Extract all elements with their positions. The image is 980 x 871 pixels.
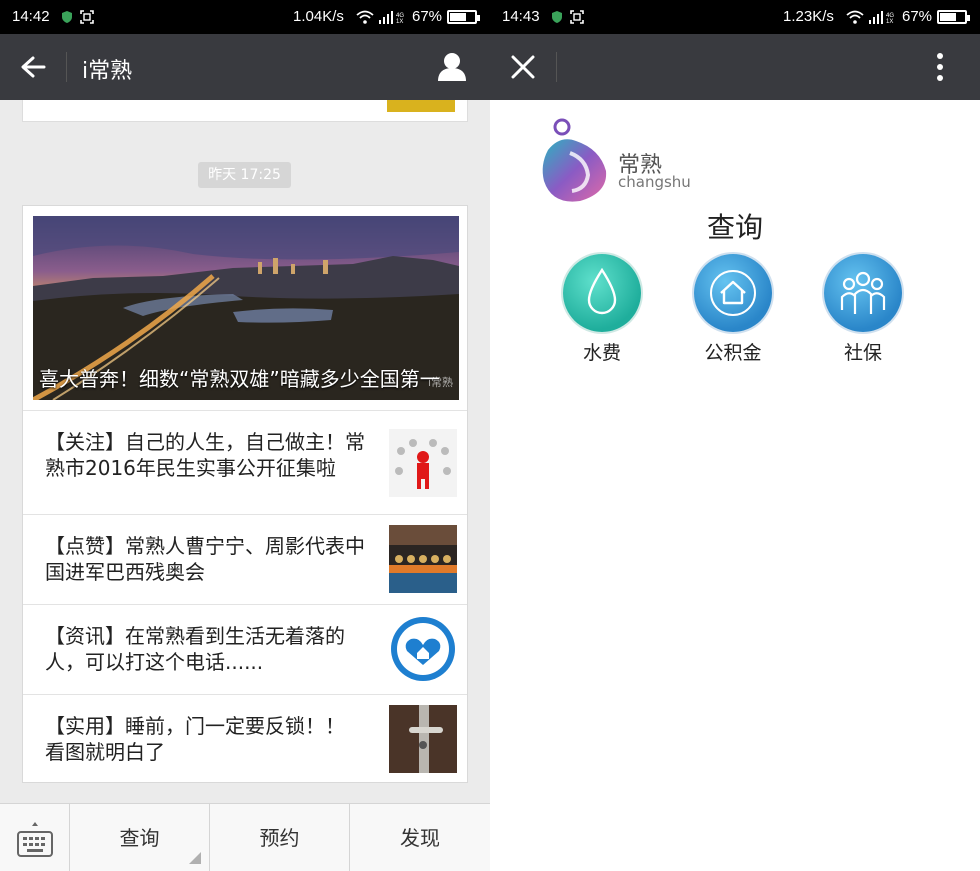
article-thumbnail (389, 705, 457, 773)
battery-icon (937, 10, 970, 24)
article-title: 【实用】睡前，门一定要反锁！！看图就明白了 (45, 714, 345, 764)
status-bar: 14:43 1.23K/s 4G 1X 67% (490, 0, 980, 34)
hero-watermark: i常熟 (427, 376, 453, 389)
previous-thumbnail (387, 100, 455, 112)
shield-icon (552, 11, 562, 23)
hero-caption: 喜大普奔！细数“常熟双雄”暗藏多少全国第一 (39, 367, 440, 391)
web-screen: 14:43 1.23K/s 4G 1X 67% 常熟 changshu 查询 水… (490, 0, 980, 871)
hero-article[interactable]: 喜大普奔！细数“常熟双雄”暗藏多少全国第一 i常熟 (33, 216, 459, 400)
article-row[interactable]: 【点赞】常熟人曹宁宁、周影代表中国进军巴西残奥会 (23, 514, 467, 604)
previous-message-card[interactable] (22, 100, 468, 122)
message-timestamp: 昨天 17:25 (198, 162, 291, 188)
screenshot-icon (570, 10, 584, 24)
article-title: 【关注】自己的人生，自己做主！常熟市2016年民生实事公开征集啦 (45, 430, 365, 480)
service-housing-fund-label: 公积金 (704, 342, 762, 364)
battery-percent: 67% (412, 8, 443, 25)
network-speed: 1.23K/s (783, 8, 834, 25)
browser-header (490, 34, 980, 100)
chat-title: i常熟 (82, 59, 133, 84)
menu-query-label: 查询 (119, 826, 160, 850)
menu-query[interactable]: 查询 (70, 804, 210, 871)
submenu-corner-icon (189, 852, 201, 864)
article-title: 【资讯】在常熟看到生活无着落的人，可以打这个电话...... (45, 624, 345, 674)
house-icon (694, 254, 772, 332)
network-speed: 1.04K/s (293, 8, 344, 25)
status-time: 14:43 (502, 8, 540, 25)
article-row[interactable]: 【资讯】在常熟看到生活无着落的人，可以打这个电话...... (23, 604, 467, 694)
wifi-icon (356, 10, 374, 24)
article-thumbnail (389, 615, 457, 683)
header-divider (556, 52, 557, 82)
menu-discover[interactable]: 发现 (350, 804, 490, 871)
header-divider (66, 52, 67, 82)
service-social-security[interactable]: 社保 (823, 254, 903, 365)
menu-booking-label: 预约 (259, 826, 300, 850)
article-title: 【点赞】常熟人曹宁宁、周影代表中国进军巴西残奥会 (45, 534, 365, 584)
people-icon (824, 254, 902, 332)
battery-icon (447, 10, 480, 24)
article-row[interactable]: 【关注】自己的人生，自己做主！常熟市2016年民生实事公开征集啦 (23, 410, 467, 514)
battery-percent: 67% (902, 8, 933, 25)
article-row[interactable]: 【实用】睡前，门一定要反锁！！看图就明白了 (23, 694, 467, 783)
svg-text:1X: 1X (396, 19, 403, 24)
menu-booking[interactable]: 预约 (210, 804, 350, 871)
status-bar: 14:42 1.04K/s 4G 1X 67% (0, 0, 490, 34)
svg-text:1X: 1X (886, 19, 893, 24)
article-thumbnail (389, 429, 457, 497)
menu-bar: 查询 预约 发现 (0, 803, 490, 871)
signal-icon: 4G1X (869, 11, 894, 24)
news-card: 喜大普奔！细数“常熟双雄”暗藏多少全国第一 i常熟 【关注】自己的人生，自己做主… (22, 205, 468, 783)
status-time: 14:42 (12, 8, 50, 25)
close-icon[interactable] (511, 55, 535, 79)
chat-header: i常熟 (0, 34, 490, 100)
service-water-label: 水费 (582, 342, 621, 364)
service-water[interactable]: 水费 (562, 254, 642, 365)
signal-icon: 4G1X (379, 11, 404, 24)
keyboard-toggle[interactable] (0, 804, 70, 871)
shield-icon (62, 11, 72, 23)
more-options-icon[interactable] (936, 52, 944, 82)
profile-icon[interactable] (436, 51, 468, 83)
article-thumbnail (389, 525, 457, 593)
keyboard-icon (17, 822, 53, 857)
logo-mark-icon (542, 118, 607, 202)
menu-discover-label: 发现 (400, 826, 440, 850)
back-arrow-icon[interactable] (20, 55, 46, 79)
service-social-security-label: 社保 (843, 342, 882, 364)
changshu-logo: 常熟 changshu (540, 115, 700, 205)
service-housing-fund[interactable]: 公积金 (693, 254, 773, 365)
section-title: 查询 (706, 211, 763, 244)
screenshot-icon (80, 10, 94, 24)
logo-text-en: changshu (618, 173, 691, 191)
wifi-icon (846, 10, 864, 24)
chat-screen: 14:42 1.04K/s 4G 1X 67% i常熟 昨天 17:25 喜大普… (0, 0, 490, 871)
water-drop-icon (563, 254, 641, 332)
